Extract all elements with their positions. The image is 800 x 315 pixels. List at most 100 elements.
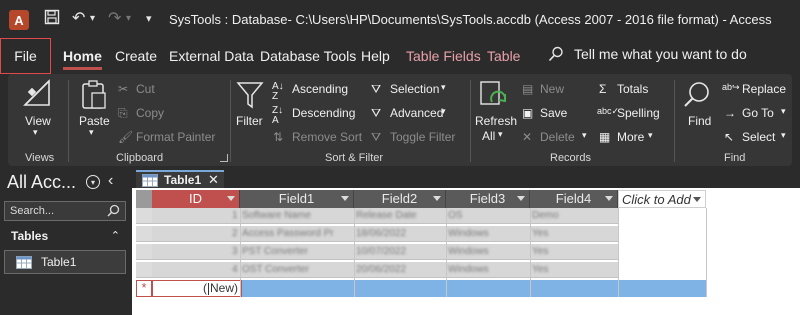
table-cell[interactable]: 3 — [232, 246, 238, 257]
table-cell[interactable]: 1 — [232, 210, 238, 221]
tab-table[interactable]: Table — [487, 48, 520, 64]
column-header-field2[interactable]: Field2 — [354, 190, 446, 208]
table-cell[interactable]: Windows — [448, 264, 528, 275]
cut-button[interactable]: Cut — [136, 82, 155, 96]
remove-sort-icon: ⇅ — [273, 130, 284, 144]
totals-button[interactable]: Totals — [617, 82, 648, 96]
record-selector[interactable] — [136, 226, 152, 242]
column-header-field4[interactable]: Field4 — [530, 190, 618, 208]
select-all-corner[interactable] — [136, 190, 152, 208]
column-header-field3[interactable]: Field3 — [446, 190, 530, 208]
ribbon: View ▾ Views Paste ▾ ✂ Cut ⎘ Copy 🖌 Form… — [0, 74, 800, 168]
table-cell[interactable]: 2 — [232, 228, 238, 239]
tab-external-data[interactable]: External Data — [169, 48, 254, 64]
ascending-button[interactable]: Ascending — [292, 82, 348, 96]
redo-dropdown-icon[interactable]: ▾ — [126, 9, 131, 29]
group-label-sort-filter: Sort & Filter — [325, 152, 384, 164]
table-cell[interactable]: Software Name — [242, 210, 352, 221]
tab-create[interactable]: Create — [115, 48, 157, 64]
table-cell[interactable]: 4 — [232, 264, 238, 275]
nav-search-input[interactable]: Search... — [4, 201, 126, 221]
save-icon[interactable] — [44, 9, 60, 31]
column-dropdown-icon[interactable] — [341, 196, 349, 201]
tell-me-search[interactable]: Tell me what you want to do — [548, 46, 747, 62]
table-cell[interactable]: PST Converter — [242, 246, 352, 257]
table-cell[interactable]: Demo — [532, 210, 616, 221]
nav-item-table1[interactable]: Table1 — [4, 250, 126, 274]
table-cell[interactable]: Windows — [448, 228, 528, 239]
new-record-button[interactable]: New — [540, 82, 564, 96]
refresh-icon — [480, 81, 507, 105]
ribbon-separator — [470, 80, 471, 162]
remove-sort-button[interactable]: Remove Sort — [292, 130, 362, 144]
table-cell[interactable]: Release Date — [356, 210, 444, 221]
tab-home[interactable]: Home — [63, 48, 102, 70]
tab-database-tools[interactable]: Database Tools — [260, 48, 356, 64]
table-row[interactable]: 3 PST Converter 10/07/2022 Windows Yes — [152, 244, 618, 260]
nav-search-placeholder: Search... — [10, 205, 55, 217]
column-dropdown-icon[interactable] — [227, 196, 235, 201]
table-cell[interactable]: 18/06/2022 — [356, 228, 444, 239]
select-button[interactable]: Select — [742, 130, 775, 144]
tab-table-fields[interactable]: Table Fields — [406, 48, 481, 64]
column-dropdown-icon[interactable] — [517, 196, 525, 201]
tab-table1[interactable]: Table1 ✕ — [136, 170, 224, 188]
column-dropdown-icon[interactable] — [693, 197, 701, 202]
table-cell[interactable]: Yes — [532, 228, 616, 239]
replace-icon: ab↪ — [722, 82, 740, 92]
nav-menu-dropdown-icon[interactable]: ▾ — [86, 175, 100, 189]
column-header-label: ID — [189, 191, 202, 206]
column-header-id[interactable]: ID — [152, 190, 240, 208]
goto-button[interactable]: Go To — [742, 106, 774, 120]
table-icon — [142, 174, 158, 187]
column-dropdown-icon[interactable] — [433, 196, 441, 201]
shutter-bar-collapse-icon[interactable]: ‹ — [108, 172, 113, 190]
clipboard-dialog-launcher-icon[interactable] — [220, 154, 228, 162]
table-row[interactable]: 1 Software Name Release Date OS Demo — [152, 208, 618, 224]
advanced-button[interactable]: Advanced — [390, 106, 443, 120]
delete-button[interactable]: Delete — [540, 130, 575, 144]
table-row[interactable]: 4 OST Converter 20/06/2022 Windows Yes — [152, 262, 618, 278]
record-selector[interactable] — [136, 244, 152, 260]
customize-qat-icon[interactable]: ▾ — [146, 9, 152, 29]
table-cell[interactable]: OST Converter — [242, 264, 352, 275]
toggle-filter-button[interactable]: Toggle Filter — [390, 130, 455, 144]
record-selector[interactable] — [136, 262, 152, 278]
undo-icon[interactable]: ↶ — [72, 9, 85, 29]
spelling-button[interactable]: Spelling — [617, 106, 660, 120]
copy-button[interactable]: Copy — [136, 106, 164, 120]
descending-button[interactable]: Descending — [292, 106, 355, 120]
column-header-field1[interactable]: Field1 — [240, 190, 354, 208]
tab-help[interactable]: Help — [361, 48, 390, 64]
close-tab-icon[interactable]: ✕ — [208, 172, 219, 188]
table-cell[interactable]: Yes — [532, 246, 616, 257]
table-cell[interactable]: Windows — [448, 246, 528, 257]
new-record-selector[interactable]: * — [136, 280, 152, 297]
new-record-id-cell[interactable]: (New) — [152, 280, 242, 297]
table-cell[interactable]: 10/07/2022 — [356, 246, 444, 257]
column-dropdown-icon[interactable] — [605, 196, 613, 201]
datasheet: ID Field1 Field2 Field3 Field4 Click to … — [132, 188, 800, 315]
record-selector[interactable] — [136, 208, 152, 224]
format-painter-button[interactable]: Format Painter — [136, 130, 215, 144]
nav-pane-title[interactable]: All Acc... — [7, 172, 76, 193]
table-cell[interactable]: 20/06/2022 — [356, 264, 444, 275]
selection-button[interactable]: Selection — [390, 82, 439, 96]
more-button[interactable]: More — [617, 130, 644, 144]
column-header-label: Field4 — [555, 191, 592, 206]
group-label-views: Views — [25, 152, 55, 164]
save-record-button[interactable]: Save — [540, 106, 567, 120]
undo-dropdown-icon[interactable]: ▾ — [90, 9, 95, 29]
tab-file[interactable]: File — [0, 38, 51, 74]
table-cell[interactable]: Access Password Pr — [242, 228, 352, 239]
delete-dropdown-icon: ▾ — [582, 130, 587, 140]
replace-button[interactable]: Replace — [742, 82, 786, 96]
collapse-section-icon: ⌃ — [110, 230, 120, 242]
table-cell[interactable]: Yes — [532, 264, 616, 275]
table-row[interactable]: 2 Access Password Pr 18/06/2022 Windows … — [152, 226, 618, 242]
nav-section-tables[interactable]: Tables ⌃ — [4, 227, 126, 247]
table-cell[interactable]: OS — [448, 210, 528, 221]
column-header-label: Field3 — [469, 191, 506, 206]
click-to-add-column[interactable]: Click to Add — [618, 190, 706, 208]
redo-icon[interactable]: ↷ — [108, 9, 121, 29]
